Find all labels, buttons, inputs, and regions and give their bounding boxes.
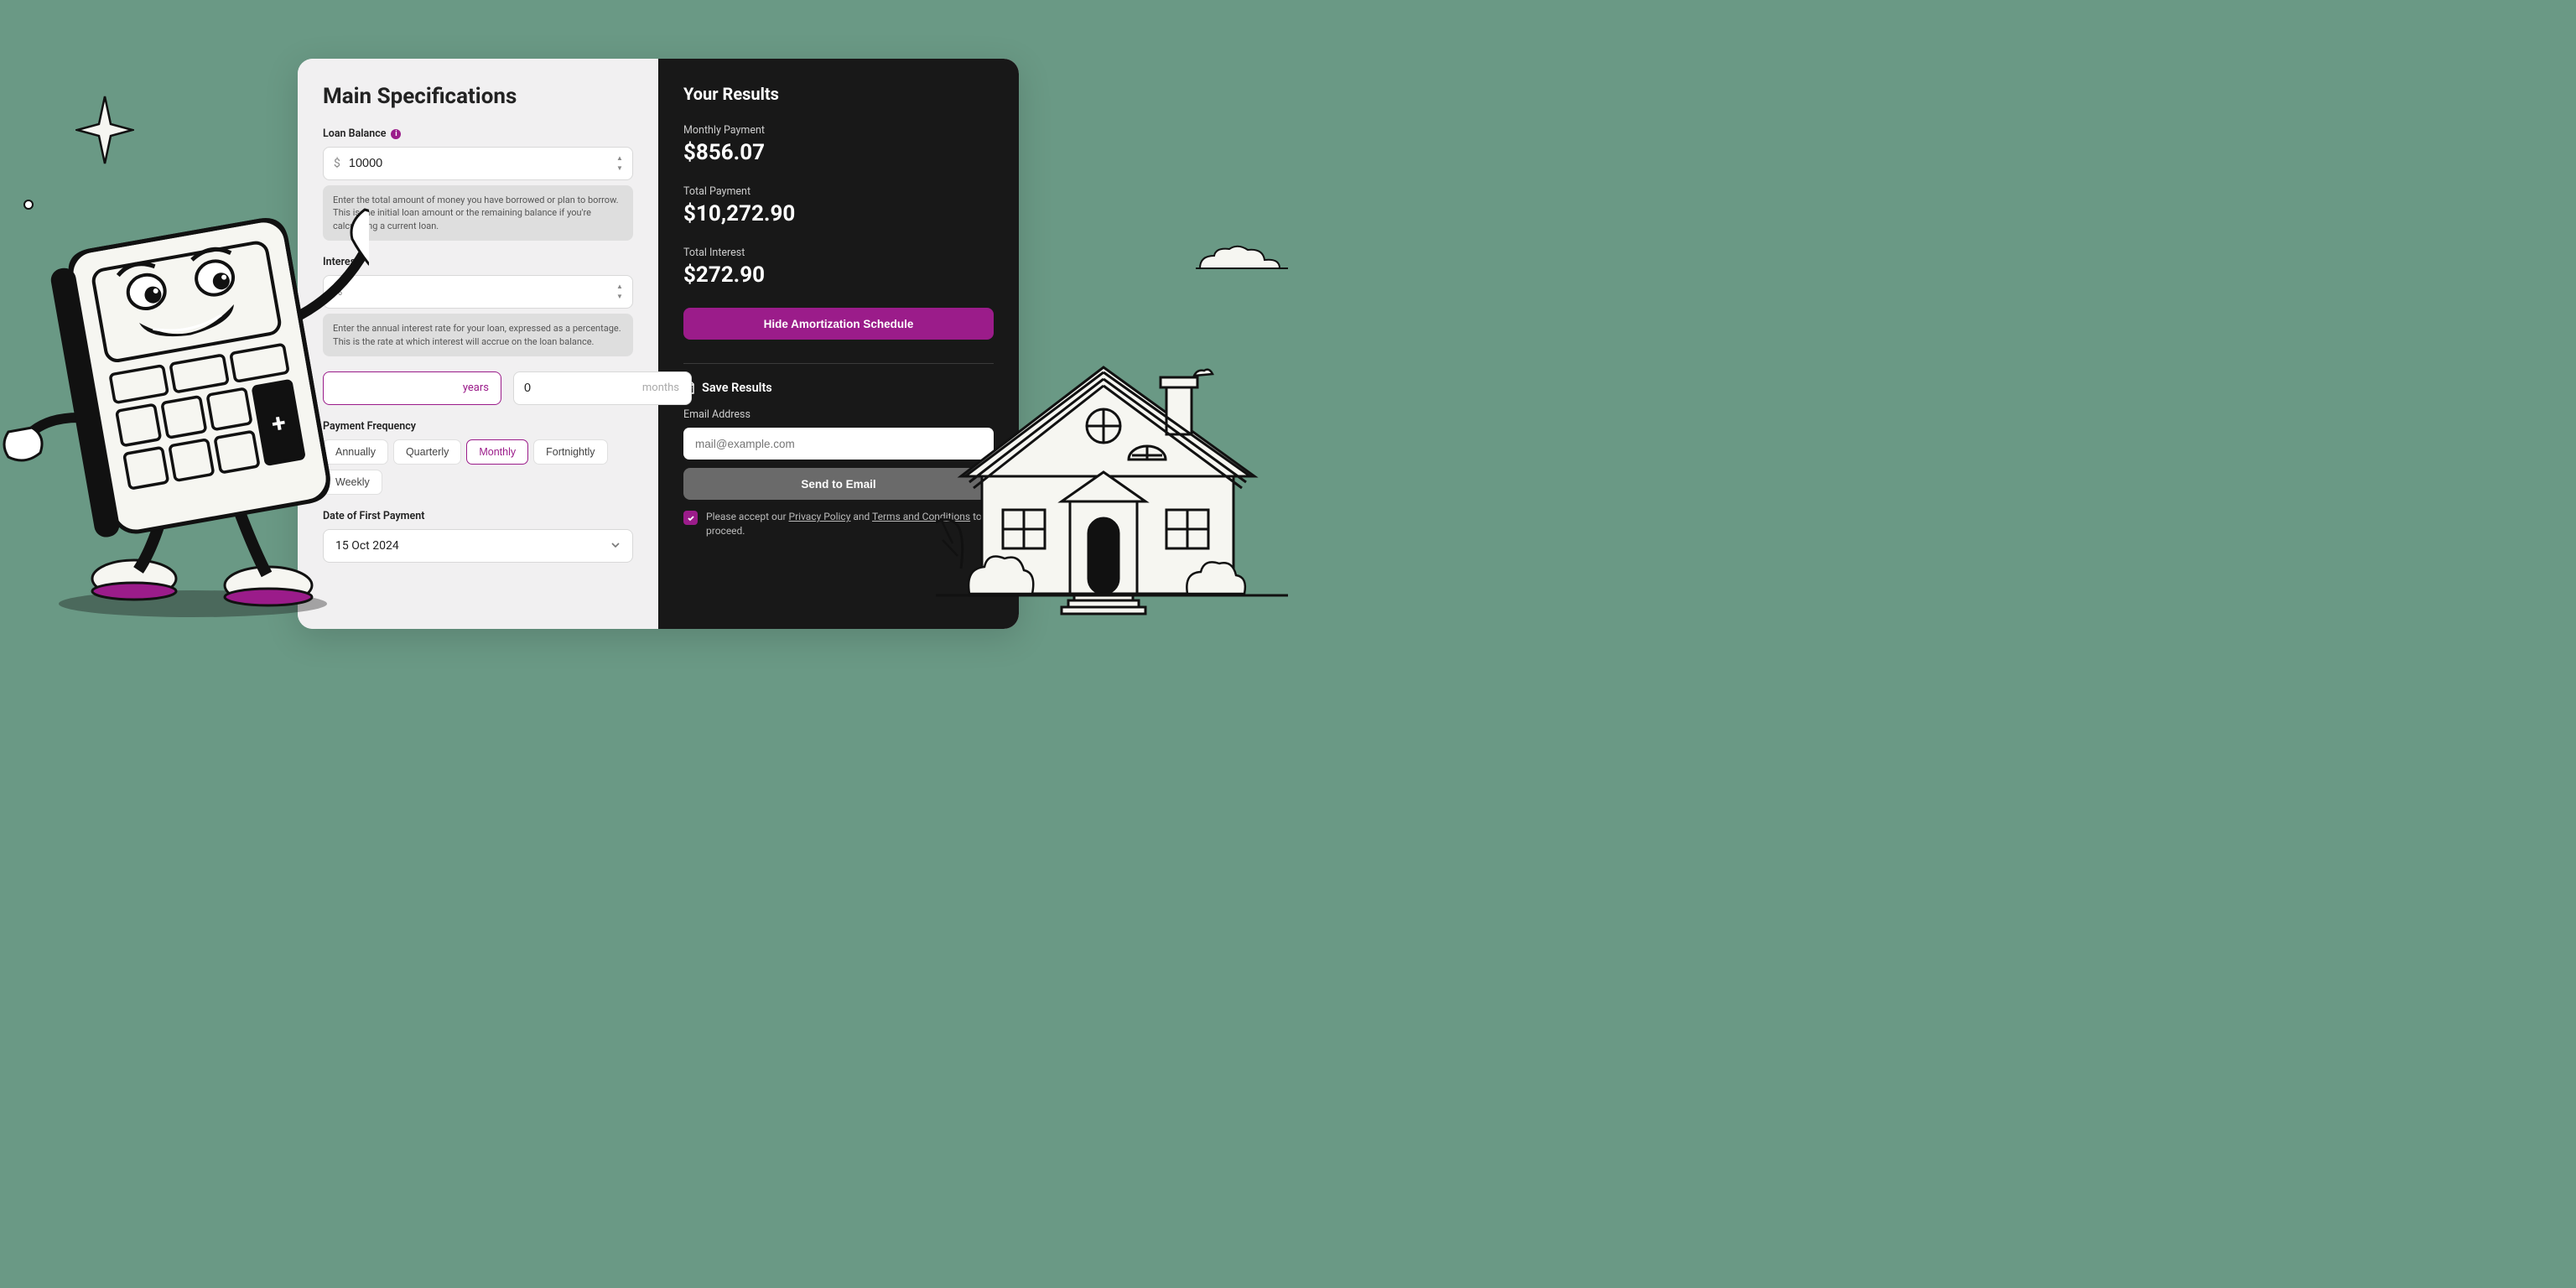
stepper-down-icon[interactable]: ▼ [614,293,626,301]
send-email-button[interactable]: Send to Email [683,468,994,500]
save-results-label: Save Results [702,381,772,395]
calculator-card: Main Specifications Loan Balance i $ ▲ ▼… [298,59,1019,629]
interest-label: Interest [323,256,359,268]
date-select[interactable]: 15 Oct 2024 [323,529,633,563]
stepper-up-icon[interactable]: ▲ [614,154,626,163]
divider [683,363,994,364]
interest-input[interactable] [351,285,622,299]
interest-input-wrap: % ▲ ▼ [323,275,633,309]
privacy-link[interactable]: Privacy Policy [789,511,851,522]
info-icon[interactable]: i [391,129,401,139]
interest-field: Interest % ▲ ▼ Enter the annual interest… [323,256,633,356]
chevron-down-icon [610,538,621,553]
frequency-option-weekly[interactable]: Weekly [323,470,382,495]
percent-prefix: % [334,285,342,299]
monthly-payment-label: Monthly Payment [683,124,994,137]
frequency-option-quarterly[interactable]: Quarterly [393,439,461,465]
loan-balance-field: Loan Balance i $ ▲ ▼ Enter the total amo… [323,127,633,241]
frequency-option-annually[interactable]: Annually [323,439,388,465]
consent-checkbox[interactable] [683,511,698,525]
dollar-prefix: $ [334,157,340,170]
panel-title: Main Specifications [323,84,633,109]
loan-balance-input[interactable] [349,157,622,170]
consent-row: Please accept our Privacy Policy and Ter… [683,510,994,538]
dot-decoration [23,200,34,210]
email-input[interactable] [695,438,982,450]
specifications-panel: Main Specifications Loan Balance i $ ▲ ▼… [298,59,658,629]
date-field: Date of First Payment 15 Oct 2024 [323,510,633,563]
date-value: 15 Oct 2024 [335,539,399,553]
results-panel: Your Results Monthly Payment $856.07 Tot… [658,59,1019,629]
loan-balance-label: Loan Balance [323,127,386,140]
svg-text:+: + [269,408,288,439]
toggle-schedule-button[interactable]: Hide Amortization Schedule [683,308,994,340]
frequency-option-fortnightly[interactable]: Fortnightly [533,439,607,465]
term-field: years months [323,371,633,405]
sparkle-decoration [75,92,134,168]
months-input-wrap: months [513,371,692,405]
years-input-wrap: years [323,371,501,405]
email-label: Email Address [683,408,994,421]
date-label: Date of First Payment [323,510,633,522]
cloud-decoration [1196,243,1288,273]
loan-help-text: Enter the total amount of money you have… [323,185,633,241]
consent-text: Please accept our Privacy Policy and Ter… [706,510,994,538]
save-results-heading: Save Results [683,381,994,395]
total-interest-value: $272.90 [683,262,994,288]
terms-link[interactable]: Terms and Conditions [872,511,970,522]
months-suffix: months [642,382,679,394]
total-payment-value: $10,272.90 [683,201,994,226]
monthly-payment-value: $856.07 [683,140,994,165]
email-input-wrap [683,428,994,460]
frequency-option-monthly[interactable]: Monthly [466,439,528,465]
frequency-field: Payment Frequency AnnuallyQuarterlyMonth… [323,420,633,495]
loan-balance-input-wrap: $ ▲ ▼ [323,147,633,180]
stepper-down-icon[interactable]: ▼ [614,164,626,173]
interest-help-text: Enter the annual interest rate for your … [323,314,633,356]
results-title: Your Results [683,84,994,104]
total-payment-label: Total Payment [683,185,994,198]
years-suffix: years [463,382,489,394]
stepper-up-icon[interactable]: ▲ [614,283,626,291]
total-interest-label: Total Interest [683,247,994,259]
frequency-label: Payment Frequency [323,420,633,433]
